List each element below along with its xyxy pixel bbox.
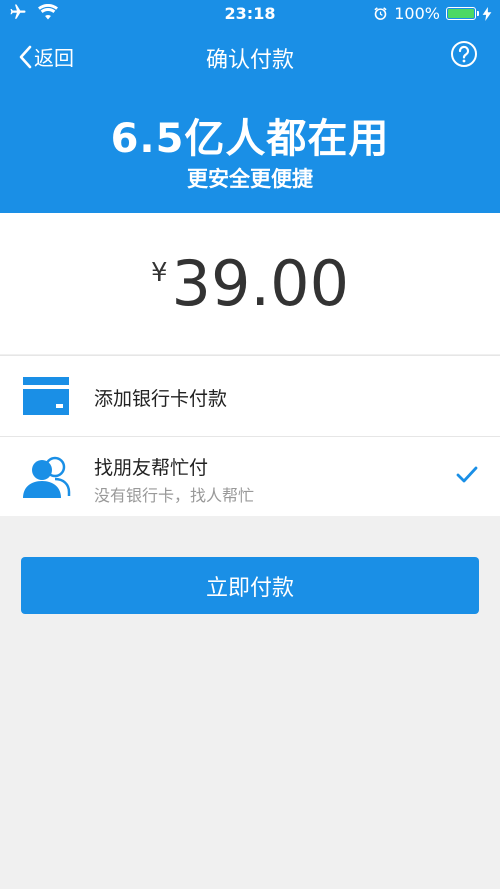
payment-options: 添加银行卡付款 找朋友帮忙付 没有银行卡，找人帮忙 [0, 355, 500, 516]
battery-icon [446, 7, 479, 20]
option-add-bank-card[interactable]: 添加银行卡付款 [0, 356, 500, 436]
bank-card-icon [23, 377, 69, 415]
nav-bar: 返回 确认付款 [0, 30, 500, 80]
battery-percent: 100% [394, 4, 440, 23]
header-banner: 23:18 100% 返回 确认付款 6.5亿人都在用 更安全更便捷 [0, 0, 500, 213]
payment-amount: ¥39.00 [0, 247, 500, 320]
option-label: 找朋友帮忙付 [94, 457, 209, 479]
option-friend-pay[interactable]: 找朋友帮忙付 没有银行卡，找人帮忙 [0, 436, 500, 517]
option-sublabel: 没有银行卡，找人帮忙 [94, 486, 255, 505]
battery-fill [448, 9, 474, 18]
amount-card: ¥39.00 [0, 213, 500, 354]
friends-icon [23, 456, 71, 498]
option-label: 添加银行卡付款 [94, 388, 228, 410]
currency-symbol: ¥ [150, 258, 168, 288]
amount-value: 39.00 [171, 247, 350, 320]
checkmark-icon [456, 466, 478, 483]
pay-now-button[interactable]: 立即付款 [21, 557, 479, 614]
question-circle-icon[interactable] [450, 40, 478, 68]
status-bar: 23:18 100% [0, 0, 500, 28]
alarm-clock-icon [374, 7, 387, 20]
banner-subtitle: 更安全更便捷 [187, 167, 313, 191]
banner-title: 6.5亿人都在用 [110, 116, 390, 162]
page-title: 确认付款 [205, 48, 294, 73]
charging-bolt-icon [482, 6, 492, 21]
